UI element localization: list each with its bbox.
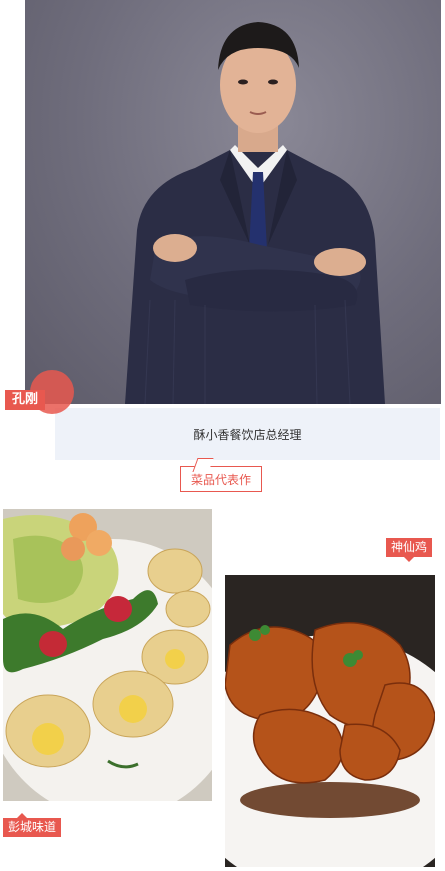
dish-tag-shenxianji: 神仙鸡	[386, 538, 433, 562]
dish-tag-pengcheng: 彭城味道	[3, 813, 62, 837]
signature-dishes-label-text: 菜品代表作	[190, 472, 251, 487]
chef-title-text: 酥小香餐饮店总经理	[193, 427, 302, 442]
dish-name-shenxianji: 神仙鸡	[391, 540, 428, 554]
chef-title-box: 酥小香餐饮店总经理	[55, 408, 440, 460]
dish-photo-shenxianji	[225, 575, 435, 867]
tag-pointer	[17, 813, 27, 818]
dish-name-pengcheng: 彭城味道	[8, 820, 57, 834]
dish-photo-pengcheng	[3, 509, 212, 801]
chef-name-tag: 孔刚	[5, 390, 46, 410]
tag-pointer	[404, 557, 414, 562]
signature-dishes-label: 菜品代表作	[180, 466, 262, 492]
chef-portrait-photo	[25, 0, 441, 404]
